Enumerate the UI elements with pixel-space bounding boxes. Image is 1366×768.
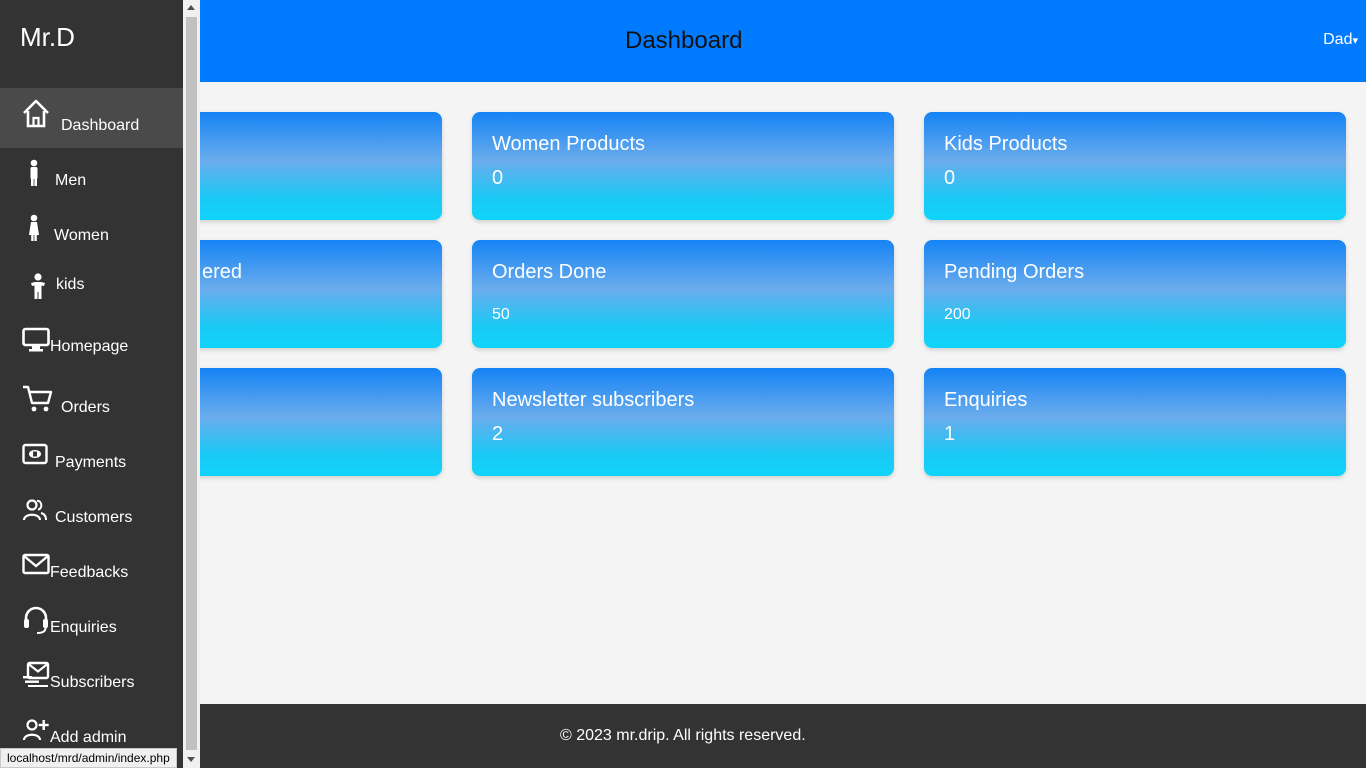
card-value: 0 [492, 167, 504, 189]
woman-icon [24, 213, 44, 243]
child-icon [28, 272, 48, 300]
mail-fast-icon [22, 659, 50, 687]
sidebar-item-label: Subscribers [50, 674, 135, 691]
sidebar-item-label: Dashboard [61, 117, 140, 134]
envelope-icon [22, 552, 50, 576]
sidebar-item-label: Enquiries [50, 619, 117, 636]
people-icon [22, 497, 48, 523]
sidebar-item-payments[interactable]: Payments [0, 436, 183, 496]
headset-icon [22, 605, 50, 635]
home-icon [22, 98, 50, 128]
monitor-icon [22, 326, 50, 354]
caret-down-icon: ▾ [1352, 35, 1358, 47]
sidebar-scrollbar[interactable] [183, 0, 200, 768]
sidebar-item-label: Payments [55, 454, 127, 471]
sidebar-item-women[interactable]: Women [0, 205, 183, 265]
browser-status-url: localhost/mrd/admin/index.php [0, 748, 177, 768]
sidebar-item-men[interactable]: Men [0, 150, 183, 210]
cart-icon [22, 384, 54, 414]
user-menu-dropdown[interactable]: Dad▾ [1323, 31, 1358, 49]
stat-card-enquiries[interactable]: Enquiries 1 [924, 368, 1346, 476]
scroll-thumb[interactable] [186, 17, 197, 750]
cash-icon [22, 442, 48, 466]
stat-card-orders-done[interactable]: Orders Done 50 [472, 240, 894, 348]
sidebar-item-customers[interactable]: Customers [0, 491, 183, 551]
sidebar-item-label: Add admin [50, 729, 127, 746]
sidebar-item-label: Women [54, 227, 109, 244]
sidebar-item-orders[interactable]: Orders [0, 380, 183, 440]
scroll-up-arrow-icon[interactable] [187, 5, 195, 10]
stat-card-women-products[interactable]: Women Products 0 [472, 112, 894, 220]
sidebar-item-label: Customers [55, 509, 133, 526]
card-value: 50 [492, 306, 510, 323]
sidebar-item-enquiries[interactable]: Enquiries [0, 600, 183, 660]
sidebar-item-label: Feedbacks [50, 564, 129, 581]
top-header: Dashboard Dad▾ [0, 0, 1366, 82]
sidebar-item-dashboard[interactable]: Dashboard [0, 88, 183, 148]
sidebar-item-homepage[interactable]: Homepage [0, 318, 183, 378]
copyright-text: © 2023 mr.drip. All rights reserved. [560, 727, 806, 744]
card-title: Women Products [492, 133, 646, 155]
stat-card-newsletter-subscribers[interactable]: Newsletter subscribers 2 [472, 368, 894, 476]
card-title: ered [202, 261, 243, 283]
card-value: 1 [944, 423, 956, 445]
stat-card-kids-products[interactable]: Kids Products 0 [924, 112, 1346, 220]
card-value: 0 [944, 167, 956, 189]
sidebar: Mr.D Dashboard Men Women kids Homepage O… [0, 0, 183, 768]
man-icon [24, 158, 44, 188]
page-title: Dashboard [625, 27, 743, 54]
stat-card-pending-orders[interactable]: Pending Orders 200 [924, 240, 1346, 348]
card-title: Kids Products [944, 133, 1068, 155]
user-name: Dad [1323, 31, 1353, 48]
sidebar-item-label: Orders [61, 399, 110, 416]
card-value: 200 [944, 306, 971, 323]
card-title: Pending Orders [944, 261, 1085, 283]
sidebar-item-feedbacks[interactable]: Feedbacks [0, 546, 183, 606]
person-add-icon [22, 718, 50, 742]
sidebar-item-subscribers[interactable]: Subscribers [0, 655, 183, 715]
page-footer: © 2023 mr.drip. All rights reserved. [0, 704, 1366, 768]
card-title: Newsletter subscribers [492, 389, 695, 411]
sidebar-item-kids[interactable]: kids [0, 258, 183, 318]
card-value: 2 [492, 423, 504, 445]
card-title: Orders Done [492, 261, 607, 283]
scroll-down-arrow-icon[interactable] [187, 757, 195, 762]
card-title: Enquiries [944, 389, 1028, 411]
brand-logo[interactable]: Mr.D [20, 22, 75, 53]
sidebar-item-label: Homepage [50, 338, 129, 355]
sidebar-item-label: kids [56, 276, 85, 293]
sidebar-item-label: Men [55, 172, 87, 189]
